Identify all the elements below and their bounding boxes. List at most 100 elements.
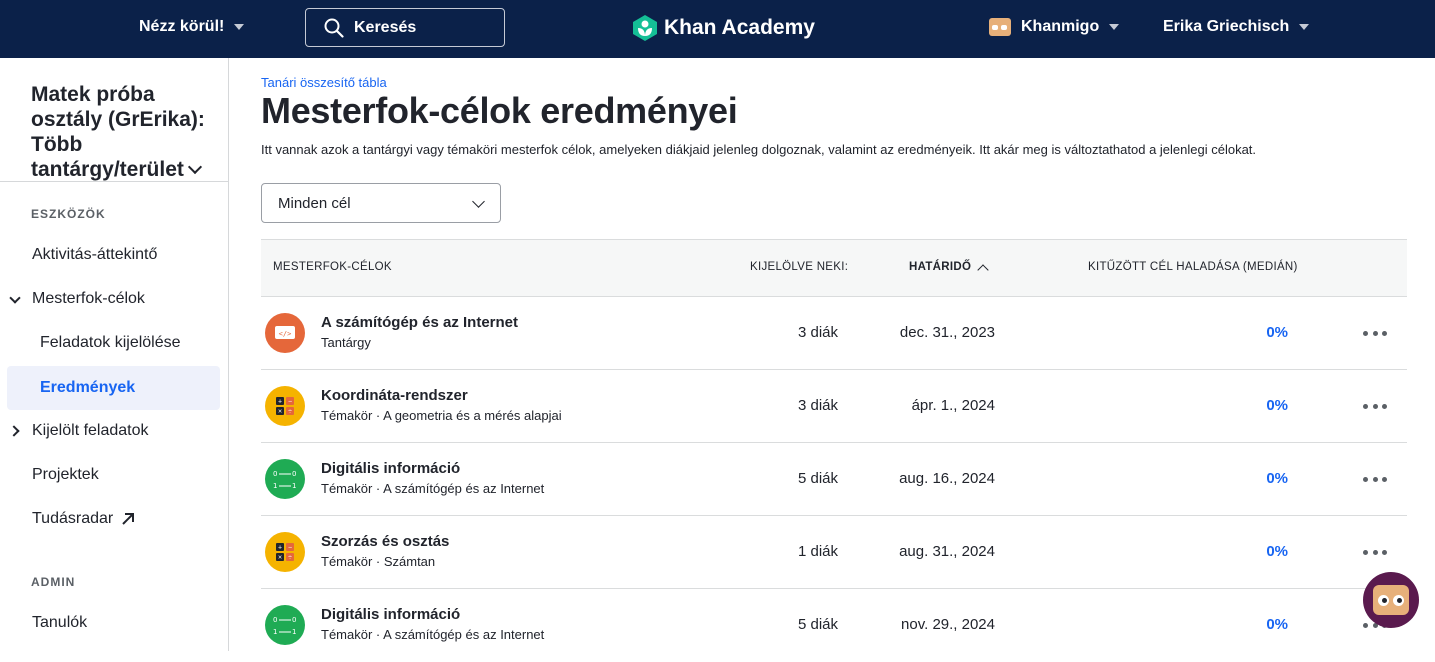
goal-progress[interactable]: 0% <box>1266 397 1288 414</box>
class-title: Matek próba osztály (GrErika): Több tant… <box>31 83 205 181</box>
table-row: 0 0 1 1 Digitális információ Témakör · A sz… <box>261 589 1407 662</box>
computer-code-icon: </> <box>265 313 305 353</box>
khanmigo-label: Khanmigo <box>1021 18 1100 35</box>
goal-title[interactable]: Szorzás és osztás <box>321 533 449 550</box>
svg-text:0: 0 <box>273 470 277 478</box>
svg-text:0: 0 <box>292 470 296 478</box>
column-header-assigned: KIJELÖLVE NEKI: <box>750 261 849 273</box>
svg-text:</>: </> <box>279 330 292 338</box>
more-options-icon[interactable] <box>1363 467 1387 491</box>
sidebar-item-mastery-goals[interactable]: Mesterfok-célok <box>32 290 145 308</box>
goal-progress[interactable]: 0% <box>1266 324 1288 341</box>
sidebar-section-admin: ADMIN <box>31 575 76 589</box>
calculator-icon: + − × ÷ <box>265 386 305 426</box>
breadcrumb[interactable]: Tanári összesítő tábla <box>261 75 387 90</box>
explore-menu-button[interactable]: Nézz körül! <box>139 18 245 36</box>
sidebar-item-results[interactable]: Eredmények <box>40 379 135 397</box>
goal-assigned-count: 5 diák <box>797 616 838 633</box>
goal-filter-dropdown[interactable]: Minden cél <box>261 183 501 223</box>
column-header-due-sort[interactable]: HATÁRIDŐ <box>909 261 989 276</box>
logo-text: Khan Academy <box>664 16 815 39</box>
svg-text:1: 1 <box>292 482 296 490</box>
goal-title[interactable]: Digitális információ <box>321 460 460 477</box>
sidebar-item-assigned-tasks[interactable]: Kijelölt feladatok <box>32 422 149 440</box>
chevron-down-icon[interactable] <box>9 292 21 304</box>
sidebar-section-tools: ESZKÖZÖK <box>31 207 106 221</box>
table-row: </> A számítógép és az Internet Tantárgy… <box>261 297 1407 370</box>
search-button[interactable]: Keresés <box>305 8 505 47</box>
sidebar-item-radar-label: Tudásradar <box>32 510 114 527</box>
table-row: + − × ÷ Koordináta-rendszer Témakör · A geo… <box>261 370 1407 443</box>
column-header-due: HATÁRIDŐ <box>909 261 972 273</box>
table-header: MESTERFOK-CÉLOK KIJELÖLVE NEKI: HATÁRIDŐ… <box>261 239 1407 297</box>
goal-due-date: dec. 31., 2023 <box>899 324 995 341</box>
goal-assigned-count: 5 diák <box>797 470 838 487</box>
page-title: Mesterfok-célok eredményei <box>261 90 738 131</box>
khan-academy-logo[interactable]: Khan Academy <box>632 14 815 42</box>
svg-text:−: − <box>288 399 292 406</box>
goal-due-date: nov. 29., 2024 <box>901 616 995 633</box>
more-options-icon[interactable] <box>1363 394 1387 418</box>
caret-down-icon <box>1109 24 1120 30</box>
more-options-icon[interactable] <box>1363 540 1387 564</box>
page-description: Itt vannak azok a tantárgyi vagy témakör… <box>261 142 1257 157</box>
sidebar-item-students[interactable]: Tanulók <box>32 614 87 632</box>
column-header-goals: MESTERFOK-CÉLOK <box>273 261 392 273</box>
goal-title[interactable]: Koordináta-rendszer <box>321 387 468 404</box>
svg-text:1: 1 <box>273 482 277 490</box>
svg-text:1: 1 <box>292 628 296 636</box>
goal-assigned-count: 3 diák <box>797 397 838 414</box>
sidebar-divider <box>0 181 228 182</box>
goal-progress[interactable]: 0% <box>1266 543 1288 560</box>
khanmigo-chat-button[interactable] <box>1363 572 1419 628</box>
chevron-down-icon <box>187 159 202 175</box>
column-header-progress: KITŰZÖTT CÉL HALADÁSA (MEDIÁN) <box>1088 261 1298 273</box>
goal-progress[interactable]: 0% <box>1266 616 1288 633</box>
user-name: Erika Griechisch <box>1163 18 1290 35</box>
goal-title[interactable]: Digitális információ <box>321 606 460 623</box>
khanmigo-avatar-icon <box>989 18 1011 36</box>
goal-subtitle: Tantárgy <box>321 335 371 350</box>
sidebar-item-assign-tasks[interactable]: Feladatok kijelölése <box>40 334 181 352</box>
class-selector[interactable]: Matek próba osztály (GrErika): Több tant… <box>31 82 221 182</box>
goal-title[interactable]: A számítógép és az Internet <box>321 314 518 331</box>
goal-due-date: aug. 16., 2024 <box>899 470 995 487</box>
caret-down-icon <box>234 24 245 30</box>
goal-subtitle: Témakör · Számtan <box>321 554 436 569</box>
goal-assigned-count: 1 diák <box>797 543 838 560</box>
binary-icon: 0 0 1 1 <box>265 605 305 645</box>
svg-text:+: + <box>278 399 282 406</box>
svg-text:×: × <box>278 555 282 562</box>
goal-assigned-count: 3 diák <box>797 324 838 341</box>
svg-text:×: × <box>278 409 282 416</box>
binary-icon: 0 0 1 1 <box>265 459 305 499</box>
table-row: + − × ÷ Szorzás és osztás Témakör · Számtan… <box>261 516 1407 589</box>
svg-text:+: + <box>278 545 282 552</box>
sidebar-item-projects[interactable]: Projektek <box>32 466 99 484</box>
khanmigo-menu-button[interactable]: Khanmigo <box>989 18 1120 36</box>
search-label: Keresés <box>354 18 417 36</box>
chevron-right-icon[interactable] <box>8 425 20 437</box>
sidebar-item-activity[interactable]: Aktivitás-áttekintő <box>32 246 157 264</box>
goal-due-date: ápr. 1., 2024 <box>911 397 995 414</box>
svg-text:0: 0 <box>273 616 277 624</box>
goal-filter-value: Minden cél <box>278 194 351 212</box>
external-link-icon <box>122 513 135 525</box>
goal-progress[interactable]: 0% <box>1266 470 1288 487</box>
caret-down-icon <box>1299 24 1310 30</box>
svg-text:÷: ÷ <box>288 409 292 416</box>
svg-text:1: 1 <box>273 628 277 636</box>
user-menu-button[interactable]: Erika Griechisch <box>1163 18 1310 36</box>
sort-ascending-icon <box>977 264 989 276</box>
sidebar: Matek próba osztály (GrErika): Több tant… <box>0 58 229 651</box>
explore-label: Nézz körül! <box>139 18 225 35</box>
svg-text:0: 0 <box>292 616 296 624</box>
khanmigo-face-icon <box>1373 585 1409 615</box>
more-options-icon[interactable] <box>1363 321 1387 345</box>
chevron-down-icon <box>472 195 485 208</box>
goal-subtitle: Témakör · A geometria és a mérés alapjai <box>321 408 562 423</box>
khan-leaf-icon <box>633 15 657 41</box>
goal-due-date: aug. 31., 2024 <box>899 543 995 560</box>
table-row: 0 0 1 1 Digitális információ Témakör · A sz… <box>261 443 1407 516</box>
sidebar-item-radar[interactable]: Tudásradar <box>32 510 135 528</box>
